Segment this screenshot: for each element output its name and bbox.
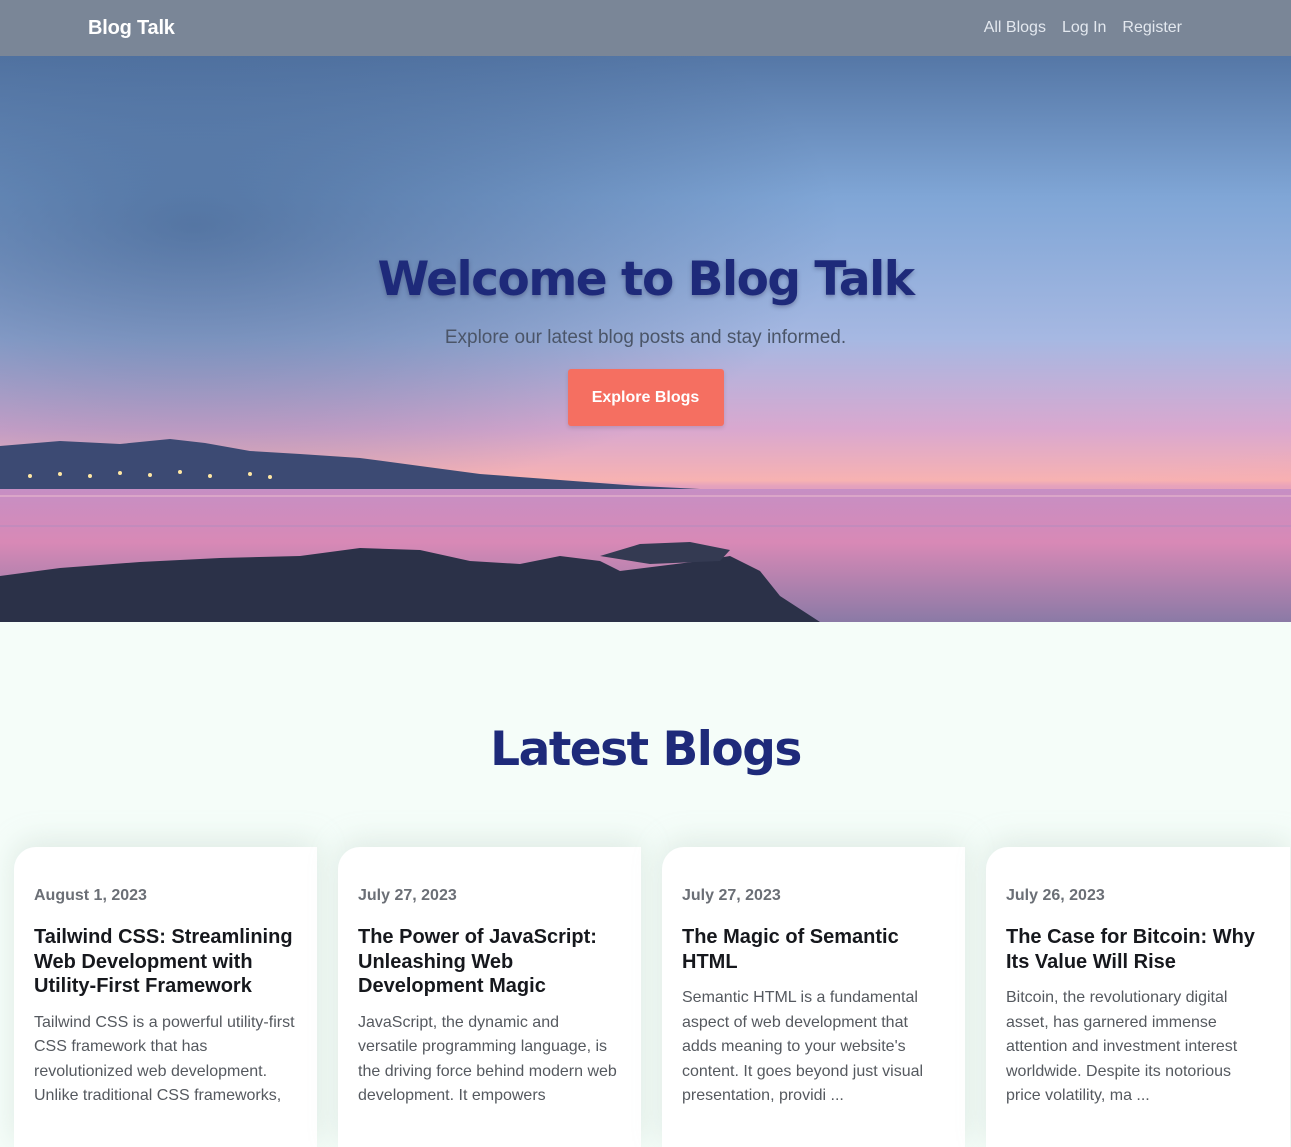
blog-card[interactable]: July 27, 2023 The Power of JavaScript: U… [338,847,641,1147]
blog-card-title[interactable]: The Case for Bitcoin: Why Its Value Will… [1006,925,1270,974]
blog-card-excerpt: JavaScript, the dynamic and versatile pr… [358,1013,617,1105]
blog-card-excerpt: Semantic HTML is a fundamental aspect of… [682,989,924,1104]
navbar: Blog Talk All Blogs Log In Register [0,0,1291,56]
blog-card-excerpt: Tailwind CSS is a powerful utility-first… [34,1013,295,1105]
latest-blogs-title: Latest Blogs [490,722,802,777]
explore-blogs-button[interactable]: Explore Blogs [567,369,724,426]
hero-content: Welcome to Blog Talk Explore our latest … [0,56,1291,622]
blog-card-date: July 27, 2023 [358,887,457,904]
blog-card[interactable]: August 1, 2023 Tailwind CSS: Streamlinin… [14,847,317,1147]
brand-logo[interactable]: Blog Talk [88,17,175,40]
blog-card-date: August 1, 2023 [34,887,147,904]
hero-section: Welcome to Blog Talk Explore our latest … [0,56,1291,622]
blog-card-title[interactable]: The Power of JavaScript: Unleashing Web … [358,925,621,999]
nav-link-log-in[interactable]: Log In [1062,19,1106,37]
nav-links: All Blogs Log In Register [984,19,1182,37]
blog-card[interactable]: July 26, 2023 The Case for Bitcoin: Why … [986,847,1290,1147]
blog-card-title[interactable]: Tailwind CSS: Streamlining Web Developme… [34,925,297,999]
blog-card-excerpt: Bitcoin, the revolutionary digital asset… [1006,989,1238,1104]
hero-title: Welcome to Blog Talk [377,252,915,307]
nav-link-all-blogs[interactable]: All Blogs [984,19,1046,37]
blog-cards-list: August 1, 2023 Tailwind CSS: Streamlinin… [14,847,1290,1147]
blog-card-title[interactable]: The Magic of Semantic HTML [682,925,945,974]
blog-card-date: July 26, 2023 [1006,887,1105,904]
hero-subtitle: Explore our latest blog posts and stay i… [444,327,847,348]
blog-card-date: July 27, 2023 [682,887,781,904]
nav-link-register[interactable]: Register [1122,19,1182,37]
blog-card[interactable]: July 27, 2023 The Magic of Semantic HTML… [662,847,965,1147]
